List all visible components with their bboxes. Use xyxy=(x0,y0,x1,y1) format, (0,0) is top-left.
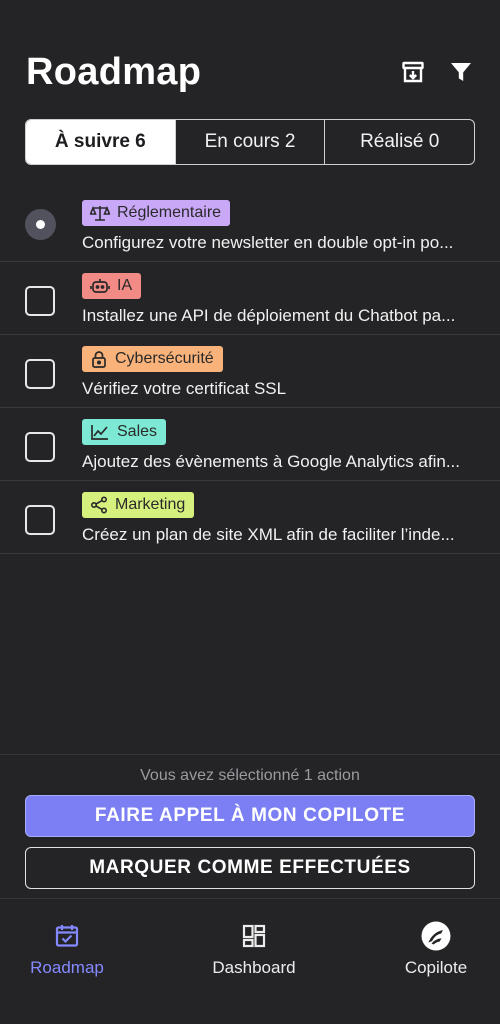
nav-label: Roadmap xyxy=(30,958,104,977)
calendar-check-icon xyxy=(52,921,82,951)
tag-label: Sales xyxy=(117,423,158,440)
tag-badge: Réglementaire xyxy=(82,200,231,226)
copilot-button[interactable]: FAIRE APPEL À MON COPILOTE xyxy=(25,795,475,837)
item-text: Ajoutez des évènements à Google Analytic… xyxy=(82,452,461,471)
tag-badge: Cybersécurité xyxy=(82,346,223,372)
checkbox[interactable] xyxy=(25,286,55,316)
checkbox[interactable] xyxy=(25,505,55,535)
tag-badge: Marketing xyxy=(82,492,195,518)
page-title: Roadmap xyxy=(26,50,202,93)
bottom-nav: Roadmap Dashboard Copilote xyxy=(0,898,500,1024)
checkbox[interactable] xyxy=(25,432,55,462)
checkbox[interactable] xyxy=(25,359,55,389)
status-tabs: À suivre 6 En cours 2 Réalisé 0 xyxy=(25,119,475,165)
item-text: Configurez votre newsletter en double op… xyxy=(82,233,454,252)
copilote-logo-icon xyxy=(421,921,451,951)
tag-badge: IA xyxy=(82,273,142,299)
list-item[interactable]: Sales Ajoutez des évènements à Google An… xyxy=(0,408,500,481)
tab-en-cours[interactable]: En cours 2 xyxy=(174,120,325,164)
item-text: Installez une API de déploiement du Chat… xyxy=(82,306,456,325)
selected-radio[interactable] xyxy=(25,209,56,240)
nav-item-dashboard[interactable]: Dashboard xyxy=(189,921,319,978)
selection-footer: Vous avez sélectionné 1 action FAIRE APP… xyxy=(0,754,500,899)
item-text: Créez un plan de site XML afin de facili… xyxy=(82,525,455,544)
list-item[interactable]: Réglementaire Configurez votre newslette… xyxy=(0,189,500,262)
tag-label: IA xyxy=(117,277,133,294)
nav-label: Copilote xyxy=(404,958,468,977)
tab-realise[interactable]: Réalisé 0 xyxy=(324,120,474,164)
action-list: Réglementaire Configurez votre newslette… xyxy=(0,189,500,554)
robot-icon xyxy=(90,277,110,295)
nav-label: Dashboard xyxy=(212,958,296,977)
dashboard-icon xyxy=(239,921,269,951)
scale-icon xyxy=(90,204,110,222)
filter-icon[interactable] xyxy=(448,59,474,85)
radio-dot xyxy=(36,220,45,229)
selection-count-text: Vous avez sélectionné 1 action xyxy=(140,767,360,784)
chart-line-icon xyxy=(90,423,110,441)
tag-label: Cybersécurité xyxy=(115,350,214,367)
tag-badge: Sales xyxy=(82,419,167,445)
nav-item-roadmap[interactable]: Roadmap xyxy=(2,921,132,978)
mark-done-button[interactable]: MARQUER COMME EFFECTUÉES xyxy=(25,847,475,889)
tab-a-suivre[interactable]: À suivre 6 xyxy=(26,120,175,164)
tag-label: Marketing xyxy=(115,496,186,513)
nav-item-copilote[interactable]: Copilote xyxy=(371,921,500,978)
header: Roadmap xyxy=(26,48,474,96)
lock-icon xyxy=(90,350,108,368)
share-icon xyxy=(90,496,108,514)
list-item[interactable]: IA Installez une API de déploiement du C… xyxy=(0,262,500,335)
item-text: Vérifiez votre certificat SSL xyxy=(82,379,287,398)
tag-label: Réglementaire xyxy=(117,204,222,221)
list-item[interactable]: Marketing Créez un plan de site XML afin… xyxy=(0,481,500,554)
list-item[interactable]: Cybersécurité Vérifiez votre certificat … xyxy=(0,335,500,408)
header-actions xyxy=(400,59,474,85)
archive-icon[interactable] xyxy=(400,59,426,85)
